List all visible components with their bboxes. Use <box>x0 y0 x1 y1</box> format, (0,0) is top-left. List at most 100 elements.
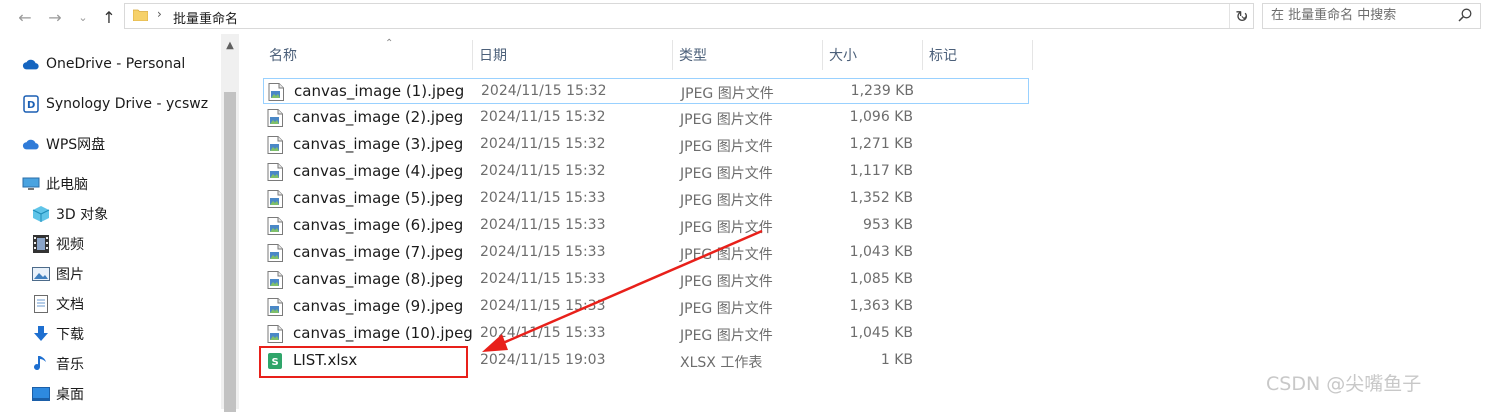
table-row[interactable]: canvas_image (4).jpeg 2024/11/15 15:32 JPE… <box>263 159 1029 185</box>
table-row[interactable]: canvas_image (6).jpeg 2024/11/15 15:33 JPE… <box>263 213 1029 239</box>
file-name[interactable]: canvas_image (5).jpeg <box>293 189 463 207</box>
sidebar-item-synology[interactable]: D Synology Drive - ycswz <box>22 92 208 116</box>
column-header-label: 名称 <box>269 48 297 64</box>
file-size: 1,363 KB <box>849 298 913 314</box>
sidebar-item-label: OneDrive - Personal <box>46 56 186 72</box>
file-name[interactable]: canvas_image (6).jpeg <box>293 216 463 234</box>
sort-ascending-icon: ⌃ <box>385 38 394 49</box>
column-header-type[interactable]: 类型 <box>673 40 823 70</box>
sidebar-item-documents[interactable]: 文档 <box>32 292 84 316</box>
file-date: 2024/11/15 15:33 <box>480 217 606 233</box>
video-icon <box>32 235 50 253</box>
sidebar-item-label: 下载 <box>56 327 84 343</box>
file-date: 2024/11/15 15:33 <box>480 325 606 341</box>
file-name[interactable]: canvas_image (7).jpeg <box>293 243 463 261</box>
file-size: 1 KB <box>880 352 913 368</box>
table-row[interactable]: canvas_image (2).jpeg 2024/11/15 15:32 JPE… <box>263 105 1029 131</box>
file-type: JPEG 图片文件 <box>680 328 773 344</box>
navigation-pane: OneDrive - Personal D Synology Drive - y… <box>0 34 222 409</box>
table-row[interactable]: canvas_image (8).jpeg 2024/11/15 15:33 JPE… <box>263 267 1029 293</box>
sidebar-item-this-pc[interactable]: 此电脑 <box>22 172 88 196</box>
file-type: JPEG 图片文件 <box>680 247 773 263</box>
file-date: 2024/11/15 15:33 <box>480 190 606 206</box>
column-header-label: 类型 <box>679 48 707 64</box>
sidebar-item-label: 图片 <box>56 267 84 283</box>
search-box[interactable] <box>1262 3 1481 29</box>
column-header-size[interactable]: 大小 <box>823 40 923 70</box>
column-header-label: 日期 <box>479 48 507 64</box>
column-header-date[interactable]: 日期 <box>473 40 673 70</box>
sidebar-item-desktop[interactable]: 桌面 <box>32 382 84 406</box>
sidebar-item-label: 桌面 <box>56 387 84 403</box>
sidebar-item-wps[interactable]: WPS网盘 <box>22 132 105 156</box>
image-file-icon <box>267 325 283 343</box>
file-name[interactable]: canvas_image (1).jpeg <box>294 82 464 100</box>
table-row[interactable]: canvas_image (9).jpeg 2024/11/15 15:33 JPE… <box>263 294 1029 320</box>
file-name[interactable]: canvas_image (3).jpeg <box>293 135 463 153</box>
image-file-icon <box>267 271 283 289</box>
file-name[interactable]: canvas_image (8).jpeg <box>293 270 463 288</box>
search-input[interactable] <box>1269 7 1453 24</box>
address-bar[interactable]: › 批量重命名 ⌄ <box>124 3 1254 29</box>
file-date: 2024/11/15 15:33 <box>480 244 606 260</box>
file-size: 1,043 KB <box>849 244 913 260</box>
table-row[interactable]: canvas_image (10).jpeg 2024/11/15 15:33 JP… <box>263 321 1029 347</box>
file-name[interactable]: canvas_image (2).jpeg <box>293 108 463 126</box>
table-row[interactable]: canvas_image (1).jpeg 2024/11/15 15:32 JPE… <box>263 78 1029 104</box>
breadcrumb-separator: › <box>157 7 162 21</box>
file-date: 2024/11/15 15:32 <box>480 136 606 152</box>
file-date: 2024/11/15 15:33 <box>480 271 606 287</box>
file-size: 1,352 KB <box>849 190 913 206</box>
sidebar-item-videos[interactable]: 视频 <box>32 232 84 256</box>
sidebar-item-downloads[interactable]: 下载 <box>32 322 84 346</box>
image-file-icon <box>267 244 283 262</box>
file-date: 2024/11/15 15:32 <box>481 83 607 99</box>
file-type: XLSX 工作表 <box>680 355 763 371</box>
file-type: JPEG 图片文件 <box>680 220 773 236</box>
file-size: 1,085 KB <box>849 271 913 287</box>
column-header-label: 大小 <box>829 48 857 64</box>
file-name[interactable]: canvas_image (9).jpeg <box>293 297 463 315</box>
scroll-up-icon[interactable]: ▲ <box>221 40 239 51</box>
sidebar-item-onedrive[interactable]: OneDrive - Personal <box>22 52 185 76</box>
file-type: JPEG 图片文件 <box>680 139 773 155</box>
breadcrumb-current-folder[interactable]: 批量重命名 <box>173 8 238 27</box>
arrow-right-icon[interactable]: → <box>44 6 66 28</box>
table-row[interactable]: canvas_image (3).jpeg 2024/11/15 15:32 JPE… <box>263 132 1029 158</box>
folder-icon <box>133 9 148 21</box>
file-type: JPEG 图片文件 <box>680 112 773 128</box>
chevron-down-icon[interactable]: ⌄ <box>72 6 94 28</box>
file-date: 2024/11/15 19:03 <box>480 352 606 368</box>
file-size: 1,271 KB <box>849 136 913 152</box>
sidebar-item-music[interactable]: 音乐 <box>32 352 84 376</box>
search-icon[interactable] <box>1458 8 1472 22</box>
file-type: JPEG 图片文件 <box>680 274 773 290</box>
file-size: 1,239 KB <box>850 83 914 99</box>
sidebar-item-pictures[interactable]: 图片 <box>32 262 84 286</box>
arrow-left-icon[interactable]: ← <box>14 6 36 28</box>
arrow-up-icon[interactable]: ↑ <box>98 6 120 28</box>
downloads-icon <box>32 326 50 342</box>
sidebar-item-label: 文档 <box>56 297 84 313</box>
column-header-tags[interactable]: 标记 <box>923 40 1033 70</box>
file-date: 2024/11/15 15:32 <box>480 163 606 179</box>
column-header-name[interactable]: 名称 ⌃ <box>263 38 473 70</box>
image-file-icon <box>267 163 283 181</box>
image-file-icon <box>267 217 283 235</box>
image-file-icon <box>267 298 283 316</box>
desktop-icon <box>32 386 50 402</box>
table-row[interactable]: canvas_image (7).jpeg 2024/11/15 15:33 JPE… <box>263 240 1029 266</box>
navigation-pane-scrollbar[interactable]: ▲ <box>221 34 239 412</box>
sidebar-item-label: 视频 <box>56 237 84 253</box>
sidebar-item-label: 音乐 <box>56 357 84 373</box>
music-icon <box>32 356 50 372</box>
table-row[interactable]: canvas_image (5).jpeg 2024/11/15 15:33 JPE… <box>263 186 1029 212</box>
refresh-icon[interactable]: ↻ <box>1229 4 1254 28</box>
file-size: 1,117 KB <box>849 163 913 179</box>
image-file-icon <box>267 109 283 127</box>
file-name[interactable]: canvas_image (10).jpeg <box>293 324 473 342</box>
file-name[interactable]: canvas_image (4).jpeg <box>293 162 463 180</box>
scrollbar-thumb[interactable] <box>224 92 236 412</box>
sidebar-item-3d-objects[interactable]: 3D 对象 <box>32 202 108 226</box>
file-size: 1,045 KB <box>849 325 913 341</box>
